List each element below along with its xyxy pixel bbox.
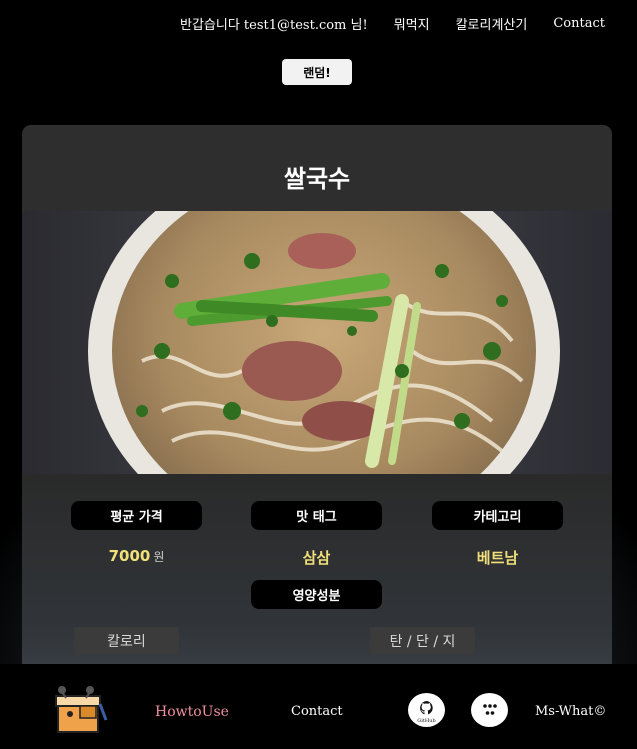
more-button[interactable] <box>471 693 508 727</box>
nav-item-contact[interactable]: Contact <box>553 16 605 31</box>
food-info: 평균 가격 맛 태그 카테고리 7000 원 삼삼 베트남 영양성분 칼로리 탄 … <box>22 474 612 685</box>
howto-link[interactable]: HowtoUse <box>155 704 229 720</box>
random-button[interactable]: 랜덤! <box>282 59 352 85</box>
price-unit: 원 <box>153 550 165 564</box>
nav-item-calorie-calculator[interactable]: 칼로리계산기 <box>456 14 528 33</box>
logo-icon[interactable] <box>50 684 110 738</box>
price-number: 7000 <box>108 547 151 565</box>
dots-menu-icon <box>482 704 497 715</box>
price-value: 7000 원 <box>71 547 202 565</box>
category-value: 베트남 <box>476 549 519 567</box>
food-title: 쌀국수 <box>283 165 351 193</box>
nav-greeting: 반갑습니다 test1@test.com 님! <box>179 18 368 33</box>
taste-tag-label: 맛 태그 <box>251 501 382 530</box>
github-button[interactable]: GitHub <box>408 693 445 727</box>
food-image <box>22 211 612 474</box>
macro-tab[interactable]: 탄 / 단 / 지 <box>370 627 475 655</box>
copyright: Ms-What© <box>535 704 607 719</box>
taste-tag-value: 삼삼 <box>302 549 331 567</box>
nav-item-what-to-eat[interactable]: 뭐먹지 <box>394 14 430 33</box>
github-label: GitHub <box>417 718 436 724</box>
nutrition-label: 영양성분 <box>251 580 382 609</box>
calorie-tab[interactable]: 칼로리 <box>74 627 179 655</box>
price-label: 평균 가격 <box>71 501 202 530</box>
food-card: 쌀국수 평균 가격 맛 태그 카테고리 7000 원 삼삼 베트남 영양성분 칼… <box>22 125 612 685</box>
footer: HowtoUse Contact GitHub Ms-What© <box>0 664 637 749</box>
footer-contact-link[interactable]: Contact <box>291 704 343 719</box>
category-label: 카테고리 <box>432 501 563 530</box>
top-nav: 반갑습니다 test1@test.com 님! 뭐먹지 칼로리계산기 Conta… <box>180 14 605 33</box>
